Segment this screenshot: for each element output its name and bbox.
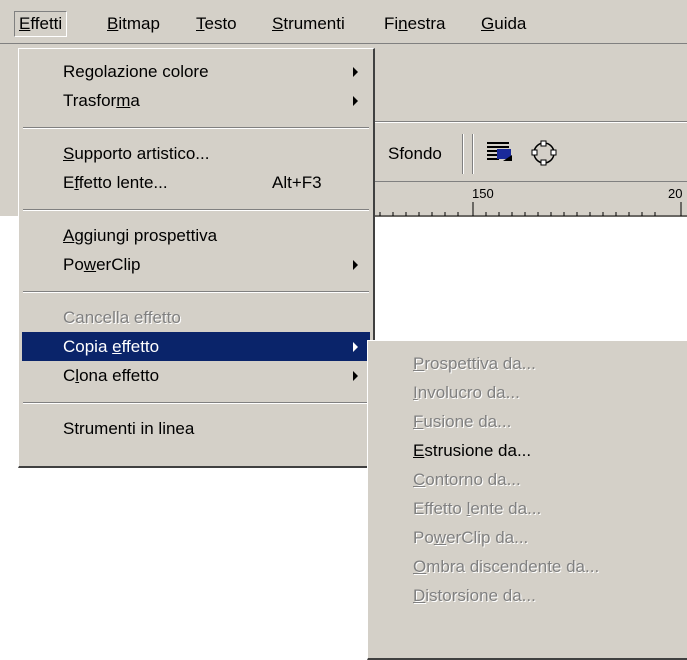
canvas-edge (0, 216, 18, 654)
menu-item-effetto-lente[interactable]: Effetto lente... Alt+F3 (22, 168, 370, 197)
effetti-dropdown: Regolazione colore Trasforma Supporto ar… (18, 48, 375, 468)
menu-strumenti[interactable]: Strumenti (272, 12, 345, 36)
menu-bitmap[interactable]: Bitmap (107, 12, 160, 36)
menu-finestra[interactable]: Finestra (384, 12, 445, 36)
menu-testo[interactable]: Testo (196, 12, 237, 36)
menu-item-regolazione-colore[interactable]: Regolazione colore (22, 57, 370, 86)
submenu-item-powerclip-da: PowerClip da... (413, 528, 529, 547)
submenu-item-effetto-lente-da: Effetto lente da... (413, 499, 542, 518)
copia-effetto-submenu: Prospettiva da... Involucro da... Fusion… (367, 340, 687, 660)
submenu-arrow-icon (353, 260, 358, 270)
submenu-item-involucro-da: Involucro da... (413, 383, 520, 402)
submenu-arrow-icon (353, 96, 358, 106)
menu-item-cancella-effetto: Cancella effetto (63, 308, 181, 327)
submenu-item-contorno-da: Contorno da... (413, 470, 521, 489)
ellipse-nodes-icon[interactable] (530, 139, 560, 167)
menu-item-trasforma[interactable]: Trasforma (22, 86, 370, 115)
menu-separator (23, 291, 369, 293)
menu-guida[interactable]: Guida (481, 12, 526, 36)
submenu-item-estrusione-da[interactable]: Estrusione da... (371, 436, 684, 465)
submenu-item-distorsione-da: Distorsione da... (413, 586, 536, 605)
menu-separator (23, 127, 369, 129)
menu-item-aggiungi-prospettiva[interactable]: Aggiungi prospettiva (22, 221, 370, 250)
submenu-item-prospettiva-da: Prospettiva da... (413, 354, 536, 373)
submenu-item-ombra-discendente-da: Ombra discendente da... (413, 557, 600, 576)
horizontal-ruler: 150 20 (370, 181, 687, 217)
menu-item-strumenti-in-linea[interactable]: Strumenti in linea (22, 414, 370, 443)
menu-item-supporto-artistico[interactable]: Supporto artistico... (22, 139, 370, 168)
shortcut-label: Alt+F3 (272, 173, 322, 192)
menu-item-copia-effetto[interactable]: Copia effetto (22, 332, 370, 361)
submenu-arrow-icon (353, 67, 358, 77)
menu-bar: Effetti Bitmap Testo Strumenti Finestra … (0, 0, 687, 44)
toolbar-separator (462, 134, 464, 174)
submenu-arrow-icon (353, 371, 358, 381)
align-icon[interactable] (485, 139, 515, 167)
menu-item-clona-effetto[interactable]: Clona effetto (22, 361, 370, 390)
menu-item-powerclip[interactable]: PowerClip (22, 250, 370, 279)
submenu-item-fusione-da: Fusione da... (413, 412, 512, 431)
submenu-arrow-icon (353, 342, 358, 352)
toolbar-separator (472, 134, 474, 174)
toolbar-divider (370, 121, 687, 123)
left-edge-panel (0, 44, 18, 216)
menu-separator (23, 209, 369, 211)
menu-separator (23, 402, 369, 404)
menu-effetti[interactable]: Effetti (14, 11, 68, 37)
sfondo-label: Sfondo (388, 144, 442, 163)
